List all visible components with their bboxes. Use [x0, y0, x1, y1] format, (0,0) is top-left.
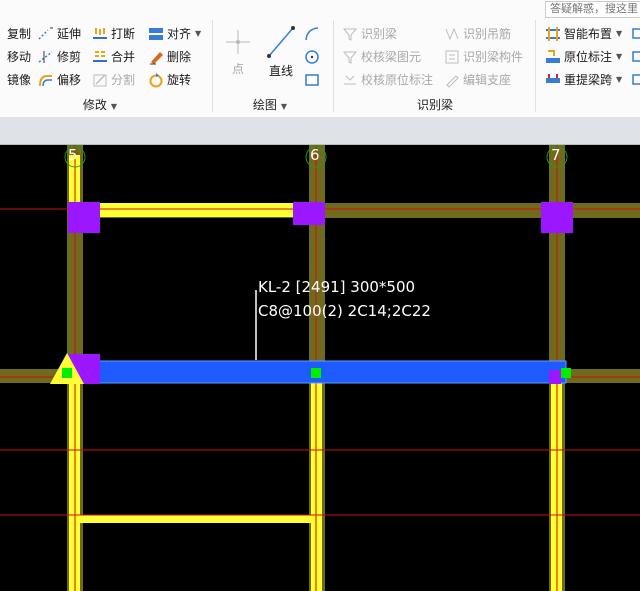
draw-group-label[interactable]: 绘图 ▼: [230, 96, 310, 113]
recognize-icon: [342, 26, 358, 42]
circle-button[interactable]: [304, 47, 323, 67]
move-button[interactable]: 移动: [0, 47, 31, 67]
circle-icon: [304, 49, 320, 65]
search-input[interactable]: [545, 1, 640, 18]
overflow-tool-icon[interactable]: [632, 47, 640, 67]
modify-group-caret: ▼: [110, 102, 118, 111]
beam-annotation-line2[interactable]: C8@100(2) 2C14;2C22: [258, 302, 431, 320]
trim-icon: [38, 49, 54, 65]
split-icon: [92, 72, 108, 88]
span-icon: [545, 72, 561, 88]
align-dropdown-caret[interactable]: ▼: [195, 24, 201, 44]
copy-icon: [0, 26, 4, 42]
axis-label-5: 5: [68, 146, 78, 164]
smart-layout-button[interactable]: 智能布置 ▼: [545, 24, 622, 44]
trim-button[interactable]: 修剪: [38, 47, 81, 67]
line-icon: [264, 24, 298, 63]
pencil-icon: [444, 72, 460, 88]
recognize-beam-button[interactable]: 识别梁: [342, 24, 397, 44]
extend-button[interactable]: 延伸: [38, 24, 81, 44]
offset-icon: [38, 72, 54, 88]
smart-layout-icon: [545, 26, 561, 42]
point-icon: [222, 26, 254, 63]
mirror-icon: [0, 72, 4, 88]
rotate-icon: [148, 72, 164, 88]
beam-annotation-line1[interactable]: KL-2 [2491] 300*500: [258, 278, 415, 296]
check-icon: [342, 49, 358, 65]
line-button[interactable]: 直线: [264, 24, 298, 79]
member-icon: [444, 49, 460, 65]
mirror-button[interactable]: 镜像: [0, 70, 31, 90]
align-icon: [148, 26, 164, 42]
in-situ-annotation-button[interactable]: 原位标注 ▼: [545, 47, 622, 67]
rotate-button[interactable]: 旋转: [148, 70, 191, 90]
hanger-icon: [444, 26, 460, 42]
extend-icon: [38, 26, 54, 42]
split-button[interactable]: 分割: [92, 70, 135, 90]
recognize-beam-member-button[interactable]: 识别梁构件: [444, 47, 523, 67]
ribbon-toolbar: 复制 延伸 打断 对齐▼ 移动 修剪 合并 删除 镜像 偏移 分割 旋转 修改▼…: [0, 0, 640, 118]
draw-group-caret: ▼: [280, 102, 288, 111]
group-separator: [535, 20, 536, 112]
break-icon: [92, 26, 108, 42]
arc-icon: [304, 26, 320, 42]
move-icon: [0, 49, 4, 65]
tool-icon: [632, 72, 640, 88]
re-extract-span-button[interactable]: 重提梁跨 ▼: [545, 70, 622, 90]
check-in-situ-annotation-button[interactable]: 校核原位标注: [342, 70, 433, 90]
tool-icon: [632, 26, 640, 42]
tab-strip: [0, 117, 640, 145]
point-button[interactable]: 点: [222, 26, 254, 77]
overflow-tool-icon[interactable]: [632, 24, 640, 44]
group-separator: [212, 20, 213, 112]
eraser-icon: [148, 49, 164, 65]
span-caret[interactable]: ▼: [616, 70, 622, 90]
annotation-check-icon: [342, 72, 358, 88]
arc-button[interactable]: [304, 24, 323, 44]
align-button[interactable]: 对齐 ▼: [148, 24, 201, 44]
annotation-caret[interactable]: ▼: [616, 47, 622, 67]
tool-icon: [632, 49, 640, 65]
modify-group-label[interactable]: 修改 ▼: [55, 96, 145, 113]
axis-label-7: 7: [551, 146, 561, 164]
smart-layout-caret[interactable]: ▼: [616, 24, 622, 44]
recognize-group-label: 识别梁: [416, 98, 453, 112]
annotation-icon: [545, 49, 561, 65]
merge-button[interactable]: 合并: [92, 47, 135, 67]
break-button[interactable]: 打断: [92, 24, 135, 44]
rectangle-icon: [304, 72, 320, 88]
copy-button[interactable]: 复制: [0, 24, 31, 44]
check-beam-element-button[interactable]: 校核梁图元: [342, 47, 421, 67]
offset-button[interactable]: 偏移: [38, 70, 81, 90]
delete-button[interactable]: 删除: [148, 47, 191, 67]
overflow-tool-icon[interactable]: [632, 70, 640, 90]
group-separator: [333, 20, 334, 112]
rectangle-button[interactable]: [304, 70, 323, 90]
recognize-hanger-button[interactable]: 识别吊筋: [444, 24, 511, 44]
axis-label-6: 6: [310, 146, 320, 164]
drawing-canvas[interactable]: [0, 145, 640, 591]
edit-support-button[interactable]: 编辑支座: [444, 70, 511, 90]
merge-icon: [92, 49, 108, 65]
